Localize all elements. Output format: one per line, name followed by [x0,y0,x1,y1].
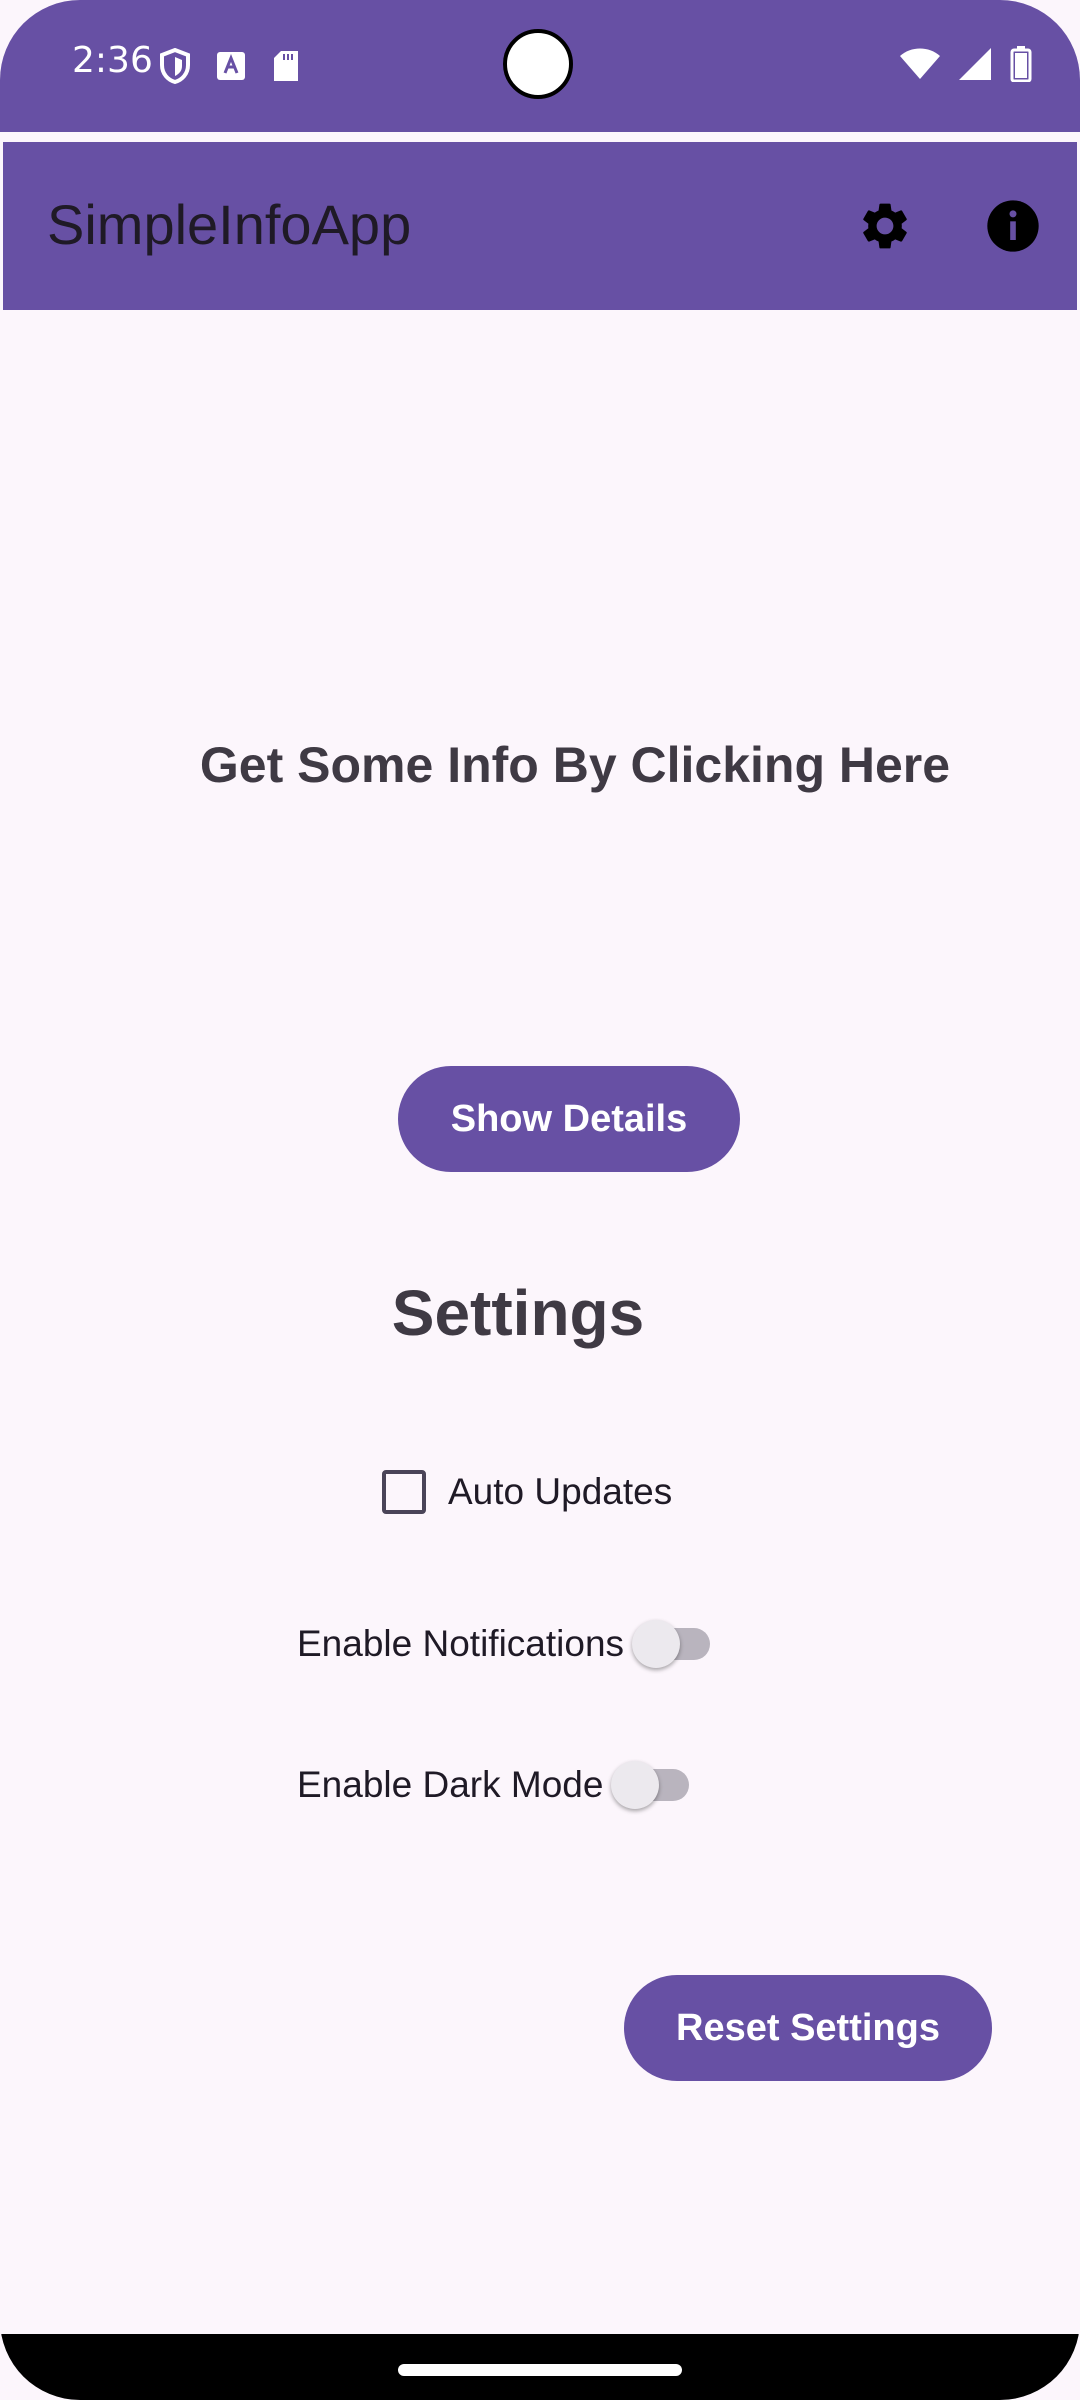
settings-button[interactable] [853,194,917,258]
notifications-switch-row[interactable]: Enable Notifications [297,1620,716,1668]
show-details-button[interactable]: Show Details [398,1066,740,1172]
auto-updates-label: Auto Updates [448,1471,673,1512]
signal-icon [958,47,992,86]
notifications-label: Enable Notifications [297,1623,625,1664]
status-divider [0,132,1080,142]
dark-mode-label: Enable Dark Mode [297,1764,604,1805]
shield-icon [160,47,190,89]
app-title: SimpleInfoApp [47,193,412,256]
status-icons-left [160,47,300,89]
info-button[interactable] [981,194,1045,258]
status-icons-right [900,46,1032,87]
sd-card-icon [272,50,300,87]
reset-settings-button[interactable]: Reset Settings [624,1975,992,2081]
dark-mode-switch-row[interactable]: Enable Dark Mode [297,1761,695,1809]
home-indicator[interactable] [398,2364,682,2376]
dark-mode-switch-thumb [611,1761,660,1809]
info-icon [987,200,1039,252]
app-bar: SimpleInfoApp [3,142,1077,310]
info-heading: Get Some Info By Clicking Here [199,737,951,793]
status-time: 2:36 [72,40,153,81]
notifications-switch[interactable] [632,1620,716,1668]
auto-updates-checkbox[interactable] [382,1470,426,1514]
auto-updates-checkbox-row[interactable]: Auto Updates [382,1470,672,1514]
dark-mode-switch[interactable] [611,1761,695,1809]
battery-icon [1010,46,1032,87]
wifi-icon [900,48,940,85]
front-camera [503,29,573,99]
settings-heading: Settings [391,1277,645,1349]
status-bar: 2:36 [0,0,1080,132]
phone-screen: 2:36 SimpleInfoApp Get Some Info By Clic… [0,0,1080,2400]
a-badge-icon [216,51,246,86]
notifications-switch-thumb [632,1620,681,1668]
settings-icon [863,203,907,249]
